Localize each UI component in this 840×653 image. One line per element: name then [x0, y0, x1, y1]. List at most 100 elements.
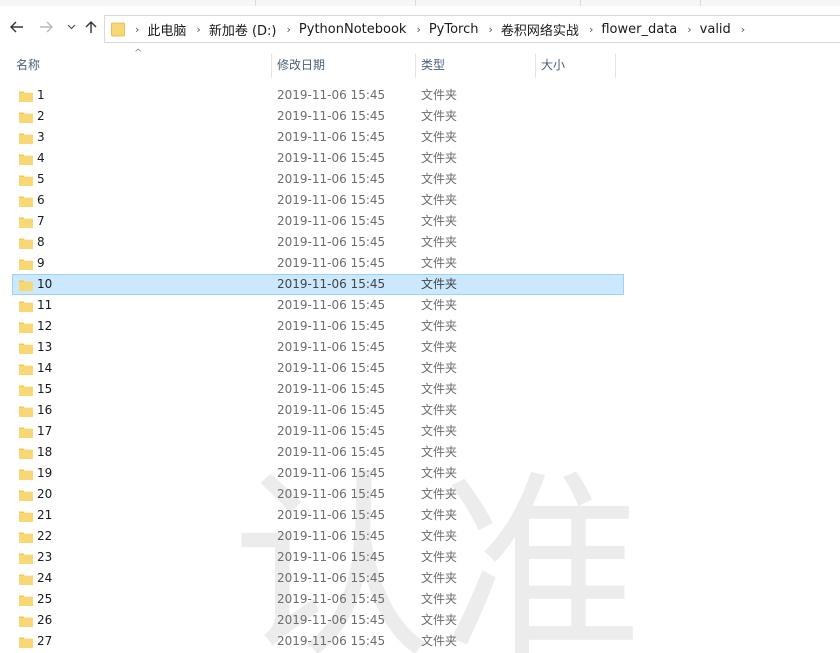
modified-date: 2019-11-06 15:45 [277, 634, 386, 648]
up-arrow-icon[interactable] [82, 16, 100, 38]
file-name: 18 [37, 445, 53, 459]
list-item[interactable]: 3 2019-11-06 15:45 文件夹 [12, 127, 624, 148]
file-type: 文件夹 [421, 403, 458, 417]
list-item[interactable]: 25 2019-11-06 15:45 文件夹 [12, 589, 624, 610]
list-item[interactable]: 27 2019-11-06 15:45 文件夹 [12, 631, 624, 652]
address-bar[interactable]: › 此电脑 › 新加卷 (D:) › PythonNotebook › PyTorch … [104, 15, 840, 43]
breadcrumb-separator-icon[interactable]: › [196, 23, 200, 36]
file-name: 21 [37, 508, 53, 522]
modified-date: 2019-11-06 15:45 [277, 571, 386, 585]
file-name: 12 [37, 319, 53, 333]
file-name: 13 [37, 340, 53, 354]
column-header-date[interactable]: 修改日期 [271, 48, 415, 82]
chevron-down-icon[interactable] [62, 16, 80, 38]
folder-icon [18, 319, 34, 335]
list-item[interactable]: 17 2019-11-06 15:45 文件夹 [12, 421, 624, 442]
modified-date: 2019-11-06 15:45 [277, 109, 386, 123]
list-item[interactable]: 24 2019-11-06 15:45 文件夹 [12, 568, 624, 589]
folder-icon [18, 466, 34, 482]
modified-date: 2019-11-06 15:45 [277, 445, 386, 459]
breadcrumb-item[interactable]: 此电脑 [147, 20, 186, 39]
breadcrumb-item[interactable]: flower_data [601, 22, 677, 37]
list-item[interactable]: 20 2019-11-06 15:45 文件夹 [12, 484, 624, 505]
folder-icon [18, 487, 34, 503]
list-item[interactable]: 1 2019-11-06 15:45 文件夹 [12, 85, 624, 106]
folder-icon [18, 193, 34, 209]
breadcrumb-separator-icon[interactable]: › [287, 23, 291, 36]
folder-icon [18, 424, 34, 440]
file-name: 15 [37, 382, 53, 396]
breadcrumb-separator-icon[interactable]: › [741, 23, 745, 36]
list-item[interactable]: 22 2019-11-06 15:45 文件夹 [12, 526, 624, 547]
list-item[interactable]: 26 2019-11-06 15:45 文件夹 [12, 610, 624, 631]
list-item[interactable]: 15 2019-11-06 15:45 文件夹 [12, 379, 624, 400]
list-item[interactable]: 18 2019-11-06 15:45 文件夹 [12, 442, 624, 463]
file-type: 文件夹 [421, 193, 458, 207]
list-item[interactable]: 4 2019-11-06 15:45 文件夹 [12, 148, 624, 169]
back-arrow-icon[interactable] [8, 16, 26, 38]
list-item[interactable]: 7 2019-11-06 15:45 文件夹 [12, 211, 624, 232]
list-item[interactable]: 5 2019-11-06 15:45 文件夹 [12, 169, 624, 190]
folder-icon [18, 529, 34, 545]
file-name: 8 [37, 235, 45, 249]
modified-date: 2019-11-06 15:45 [277, 193, 386, 207]
file-type: 文件夹 [421, 298, 458, 312]
list-item[interactable]: 8 2019-11-06 15:45 文件夹 [12, 232, 624, 253]
file-type: 文件夹 [421, 214, 458, 228]
list-item[interactable]: 6 2019-11-06 15:45 文件夹 [12, 190, 624, 211]
file-type: 文件夹 [421, 340, 458, 354]
column-header-name[interactable]: 名称 [10, 48, 270, 82]
modified-date: 2019-11-06 15:45 [277, 424, 386, 438]
file-name: 11 [37, 298, 53, 312]
breadcrumb-item[interactable]: valid [700, 22, 731, 37]
folder-icon [18, 298, 34, 314]
forward-arrow-icon[interactable] [37, 16, 55, 38]
breadcrumb-separator-icon[interactable]: › [687, 23, 691, 36]
breadcrumb-item[interactable]: 卷积网络实战 [501, 20, 579, 39]
file-type: 文件夹 [421, 382, 458, 396]
file-name: 17 [37, 424, 53, 438]
modified-date: 2019-11-06 15:45 [277, 130, 386, 144]
folder-icon [111, 21, 125, 37]
folder-icon [18, 550, 34, 566]
folder-icon [18, 508, 34, 524]
breadcrumb-separator-icon[interactable]: › [489, 23, 493, 36]
column-headers: 名称 修改日期 类型 大小 [0, 48, 840, 82]
file-type: 文件夹 [421, 172, 458, 186]
list-item[interactable]: 12 2019-11-06 15:45 文件夹 [12, 316, 624, 337]
list-item[interactable]: 13 2019-11-06 15:45 文件夹 [12, 337, 624, 358]
folder-icon [18, 403, 34, 419]
column-header-type[interactable]: 类型 [415, 48, 535, 82]
file-name: 9 [37, 256, 45, 270]
file-name: 16 [37, 403, 53, 417]
modified-date: 2019-11-06 15:45 [277, 466, 386, 480]
list-item[interactable]: 9 2019-11-06 15:45 文件夹 [12, 253, 624, 274]
folder-icon [18, 235, 34, 251]
list-item[interactable]: 2 2019-11-06 15:45 文件夹 [12, 106, 624, 127]
breadcrumb-item[interactable]: PyTorch [429, 22, 479, 37]
modified-date: 2019-11-06 15:45 [277, 151, 386, 165]
list-item[interactable]: 21 2019-11-06 15:45 文件夹 [12, 505, 624, 526]
breadcrumb-separator-icon[interactable]: › [135, 23, 139, 36]
breadcrumb-separator-icon[interactable]: › [589, 23, 593, 36]
folder-icon [18, 340, 34, 356]
column-divider[interactable] [615, 48, 625, 82]
folder-icon [18, 277, 34, 293]
column-header-size[interactable]: 大小 [535, 48, 615, 82]
breadcrumb-separator-icon[interactable]: › [416, 23, 420, 36]
list-item[interactable]: 23 2019-11-06 15:45 文件夹 [12, 547, 624, 568]
file-name: 22 [37, 529, 53, 543]
list-item[interactable]: 14 2019-11-06 15:45 文件夹 [12, 358, 624, 379]
file-name: 20 [37, 487, 53, 501]
list-item[interactable]: 16 2019-11-06 15:45 文件夹 [12, 400, 624, 421]
modified-date: 2019-11-06 15:45 [277, 88, 386, 102]
breadcrumb-item[interactable]: PythonNotebook [299, 22, 407, 37]
file-type: 文件夹 [421, 109, 458, 123]
breadcrumb-item[interactable]: 新加卷 (D:) [209, 20, 277, 39]
file-type: 文件夹 [421, 508, 458, 522]
modified-date: 2019-11-06 15:45 [277, 487, 386, 501]
list-item[interactable]: 19 2019-11-06 15:45 文件夹 [12, 463, 624, 484]
list-item[interactable]: 10 2019-11-06 15:45 文件夹 [12, 274, 624, 295]
list-item[interactable]: 11 2019-11-06 15:45 文件夹 [12, 295, 624, 316]
file-type: 文件夹 [421, 550, 458, 564]
